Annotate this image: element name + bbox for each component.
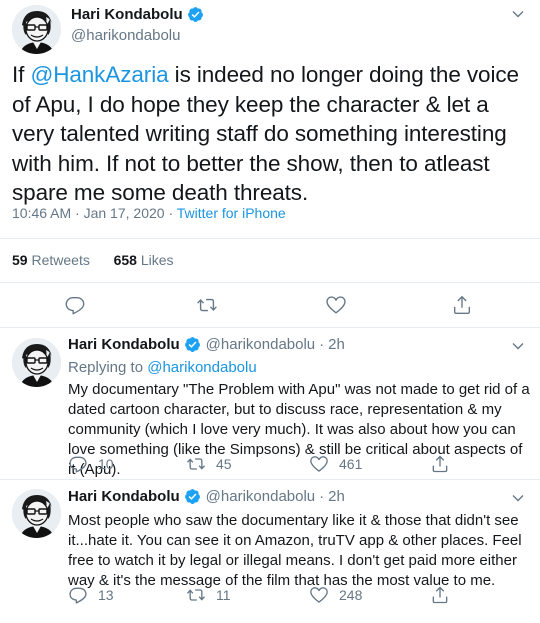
author-name[interactable]: Hari Kondabolu	[68, 336, 180, 353]
replying-to-label: Replying to	[68, 359, 148, 376]
tweet-actions	[0, 290, 540, 320]
verified-badge-icon	[184, 337, 200, 352]
replies-count: 13	[98, 587, 114, 603]
retweet-button[interactable]: 45	[186, 454, 232, 474]
author-handle[interactable]: @harikondabolu	[206, 488, 315, 505]
avatar-illustration	[12, 5, 61, 54]
likes-count: 248	[339, 587, 363, 603]
share-icon	[432, 586, 448, 604]
heart-icon	[310, 456, 328, 472]
chevron-down-icon[interactable]	[508, 488, 528, 508]
tweet-text-start: If	[12, 62, 31, 87]
separator-dot: ·	[319, 488, 325, 505]
likes-label: Likes	[140, 252, 174, 268]
tweet-meta: 10:46 AM · Jan 17, 2020 · Twitter for iP…	[12, 205, 286, 221]
share-button[interactable]	[430, 454, 460, 474]
mention-link[interactable]: @HankAzaria	[30, 62, 168, 87]
retweets-count: 59	[12, 252, 28, 268]
divider	[0, 238, 540, 239]
heart-icon	[310, 587, 328, 603]
avatar-illustration	[12, 489, 61, 538]
separator-dot: ·	[319, 336, 325, 353]
likes-count: 658	[113, 252, 137, 268]
chevron-down-icon[interactable]	[508, 4, 528, 24]
reply-icon[interactable]	[64, 294, 86, 316]
verified-badge-icon	[184, 489, 200, 504]
tweet-stats: 59 Retweets 658 Likes	[12, 252, 174, 268]
share-icon	[432, 455, 448, 473]
author-name[interactable]: Hari Kondabolu	[71, 6, 183, 23]
retweet-icon	[187, 458, 205, 470]
retweet-button[interactable]: 11	[186, 585, 231, 605]
reply-tweet[interactable]: Hari Kondabolu @harikondabolu · 2h Reply…	[0, 328, 540, 478]
avatar-illustration	[12, 338, 61, 387]
author-row[interactable]: Hari Kondabolu @harikondabolu · 2h	[68, 488, 345, 505]
likes-stat[interactable]: 658 Likes	[114, 252, 174, 268]
retweets-count: 45	[216, 456, 232, 472]
reply-icon	[69, 456, 87, 473]
avatar[interactable]	[12, 5, 61, 54]
reply-icon	[69, 587, 87, 604]
likes-count: 461	[339, 456, 363, 472]
avatar[interactable]	[12, 338, 61, 387]
retweet-icon[interactable]	[196, 294, 218, 316]
chevron-down-icon[interactable]	[508, 336, 528, 356]
timestamp[interactable]: 10:46 AM · Jan 17, 2020 ·	[12, 205, 177, 221]
author-row[interactable]: Hari Kondabolu @harikondabolu · 2h	[68, 336, 345, 353]
like-button[interactable]: 461	[309, 454, 362, 474]
heart-icon[interactable]	[325, 294, 347, 316]
verified-badge-icon	[187, 7, 203, 22]
replies-count: 10	[98, 456, 114, 472]
reply-time[interactable]: 2h	[328, 336, 345, 353]
reply-tweet[interactable]: Hari Kondabolu @harikondabolu · 2h Most …	[0, 480, 540, 623]
share-button[interactable]	[430, 585, 460, 605]
replying-to: Replying to @harikondabolu	[68, 359, 257, 376]
like-button[interactable]: 248	[309, 585, 362, 605]
author-handle[interactable]: @harikondabolu	[71, 27, 180, 44]
tweet-text: If @HankAzaria is indeed no longer doing…	[12, 60, 532, 208]
retweets-stat[interactable]: 59 Retweets	[12, 252, 90, 268]
replying-to-handle[interactable]: @harikondabolu	[147, 359, 256, 376]
divider	[0, 282, 540, 283]
author-name[interactable]: Hari Kondabolu	[68, 488, 180, 505]
reply-actions: 10 45 461	[68, 454, 508, 476]
author-row[interactable]: Hari Kondabolu	[71, 6, 204, 23]
avatar[interactable]	[12, 489, 61, 538]
source-link[interactable]: Twitter for iPhone	[177, 205, 286, 221]
reply-time[interactable]: 2h	[328, 488, 345, 505]
retweets-count: 11	[216, 587, 231, 603]
reply-actions: 13 11 248	[68, 585, 508, 607]
reply-button[interactable]: 10	[68, 454, 114, 474]
reply-text: Most people who saw the documentary like…	[68, 512, 522, 589]
author-handle[interactable]: @harikondabolu	[206, 336, 315, 353]
share-icon[interactable]	[451, 294, 473, 316]
retweets-label: Retweets	[31, 252, 90, 268]
retweet-icon	[187, 589, 205, 601]
reply-button[interactable]: 13	[68, 585, 114, 605]
